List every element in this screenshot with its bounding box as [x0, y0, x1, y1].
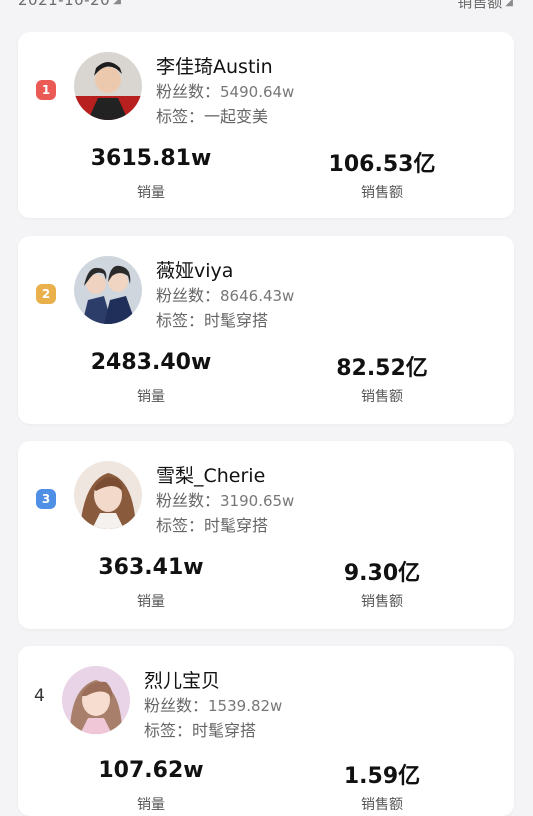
sales-amount-label: 销售额: [361, 797, 403, 813]
sales-amount-label: 销售额: [361, 185, 403, 201]
tag-label: 标签：: [156, 516, 205, 535]
date-label: 2021-10-20: [18, 0, 111, 9]
anchor-card[interactable]: 1 李佳琦Austin 粉丝数：5490.64w 标签：一起变美 3615.81…: [18, 32, 514, 218]
anchor-name: 李佳琦Austin: [156, 56, 273, 78]
rank-number: 4: [34, 686, 45, 706]
fans-count: 粉丝数：3190.65w: [156, 487, 294, 511]
tag-label: 标签：: [144, 721, 193, 740]
sales-volume-value: 2483.40w: [90, 350, 212, 375]
fans-value: 8646.43w: [220, 287, 295, 305]
sort-label: 销售额: [457, 0, 503, 11]
sales-amount-value: 82.52亿: [336, 356, 428, 381]
rank-badge: 2: [36, 284, 56, 304]
tag-label: 标签：: [156, 311, 205, 330]
sales-volume-label: 销量: [137, 797, 165, 813]
fans-label: 粉丝数：: [156, 286, 221, 305]
fans-count: 粉丝数：8646.43w: [156, 282, 294, 306]
anchor-card[interactable]: 4 烈儿宝贝 粉丝数：1539.82w 标签：时髦穿搭 107.62w 销量 1…: [18, 646, 514, 816]
fans-value: 5490.64w: [220, 83, 295, 101]
avatar[interactable]: [62, 666, 130, 734]
anchor-tag: 标签：时髦穿搭: [156, 512, 268, 536]
sales-amount-label: 销售额: [361, 594, 403, 610]
tag-value: 时髦穿搭: [204, 516, 269, 535]
rank-badge: 1: [36, 80, 56, 100]
fans-value: 3190.65w: [220, 492, 295, 510]
date-selector[interactable]: 2021-10-20 ◢: [18, 0, 121, 9]
sales-volume-label: 销量: [137, 389, 165, 405]
tag-value: 时髦穿搭: [204, 311, 269, 330]
anchor-name: 薇娅viya: [156, 260, 234, 282]
sales-volume-label: 销量: [137, 594, 165, 610]
fans-value: 1539.82w: [208, 697, 283, 715]
fans-label: 粉丝数：: [156, 491, 221, 510]
anchor-card[interactable]: 3 雪梨_Cherie 粉丝数：3190.65w 标签：时髦穿搭 363.41w…: [18, 441, 514, 629]
avatar[interactable]: [74, 256, 142, 324]
tag-value: 时髦穿搭: [192, 721, 257, 740]
rank-badge: 3: [36, 489, 56, 509]
anchor-name: 烈儿宝贝: [144, 670, 221, 692]
tag-label: 标签：: [156, 107, 205, 126]
anchor-tag: 标签：时髦穿搭: [144, 717, 256, 741]
sales-amount-value: 106.53亿: [328, 152, 436, 177]
fans-label: 粉丝数：: [156, 82, 221, 101]
sales-amount-label: 销售额: [361, 389, 403, 405]
sort-selector[interactable]: 销售额 ◢: [457, 0, 513, 12]
anchor-tag: 标签：一起变美: [156, 103, 268, 127]
fans-count: 粉丝数：5490.64w: [156, 78, 294, 102]
anchor-card[interactable]: 2 薇娅viya 粉丝数：8646.43w 标签：时髦穿搭 2483.40w 销…: [18, 236, 514, 424]
sales-amount-value: 9.30亿: [343, 561, 421, 586]
anchor-tag: 标签：时髦穿搭: [156, 307, 268, 331]
sales-amount-value: 1.59亿: [343, 764, 421, 789]
avatar[interactable]: [74, 461, 142, 529]
sales-volume-value: 107.62w: [98, 758, 204, 783]
sales-volume-value: 3615.81w: [90, 146, 212, 171]
fans-count: 粉丝数：1539.82w: [144, 692, 282, 716]
sales-volume-label: 销量: [137, 185, 165, 201]
caret-down-icon: ◢: [113, 0, 122, 6]
fans-label: 粉丝数：: [144, 696, 209, 715]
avatar[interactable]: [74, 52, 142, 120]
top-bar: 2021-10-20 ◢ 销售额 ◢: [0, 0, 533, 18]
tag-value: 一起变美: [204, 107, 269, 126]
sales-volume-value: 363.41w: [98, 555, 204, 580]
caret-down-icon: ◢: [505, 0, 513, 8]
anchor-name: 雪梨_Cherie: [156, 465, 266, 487]
